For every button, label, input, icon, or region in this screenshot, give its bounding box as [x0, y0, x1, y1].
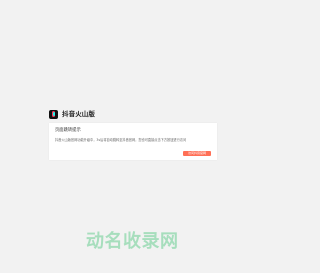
notice-message: 抖音火山版官网功能升级中，3s后将自动跳转至抖音官网，您也可直接点击下方按钮进行…	[55, 138, 187, 142]
redirect-notice-card: 页面跳转提示 抖音火山版官网功能升级中，3s后将自动跳转至抖音官网，您也可直接点…	[49, 123, 217, 160]
brand-name: 抖音火山版	[62, 110, 95, 119]
visit-douyin-button[interactable]: 访问抖音官网	[183, 151, 211, 156]
page: { "app": { "brand_name": "抖音火山版", "logo_…	[0, 0, 266, 273]
douyin-logo-icon	[49, 110, 58, 119]
site-watermark: 动名收录网	[86, 231, 179, 252]
notice-title: 页面跳转提示	[55, 128, 81, 133]
brand-bar: 抖音火山版	[49, 110, 95, 119]
